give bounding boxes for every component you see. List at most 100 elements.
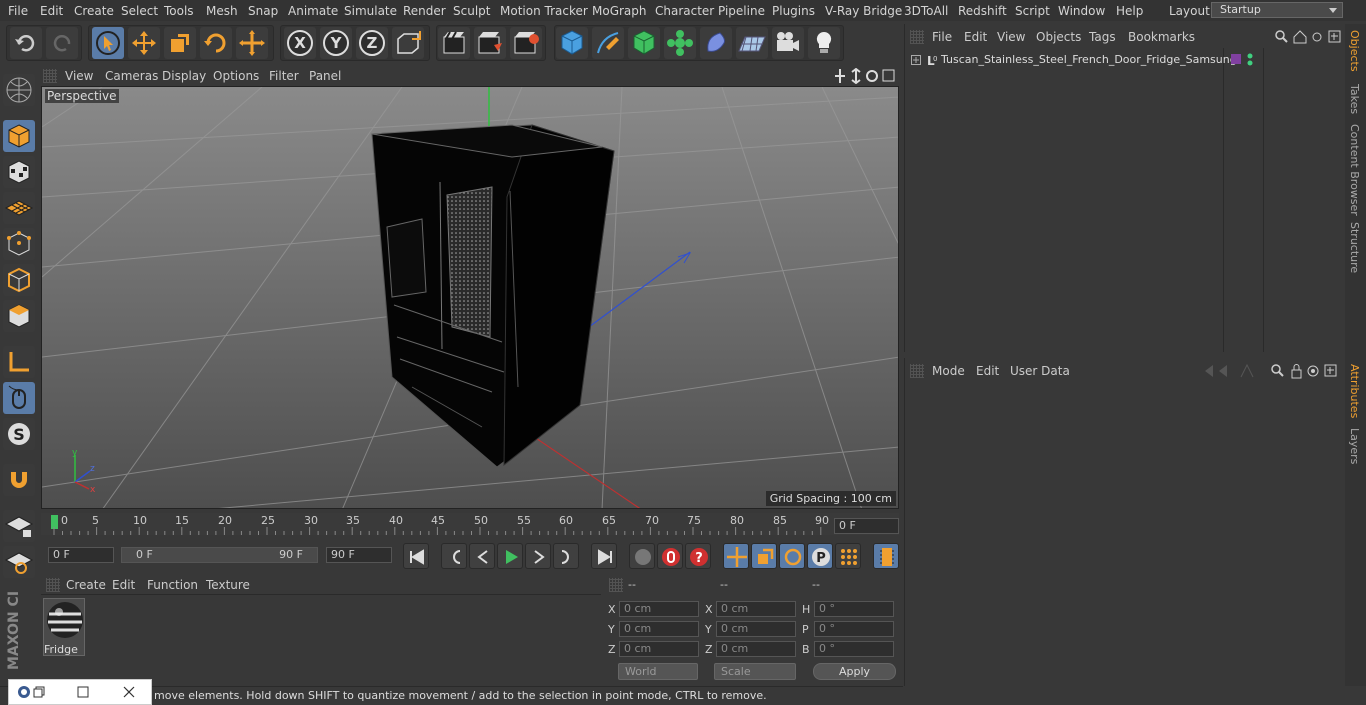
viewport-menu-filter[interactable]: Filter bbox=[269, 69, 299, 83]
material-grip[interactable] bbox=[46, 578, 60, 592]
object-menu-file[interactable]: File bbox=[932, 30, 952, 44]
object-menu-bookmarks[interactable]: Bookmarks bbox=[1128, 30, 1195, 44]
menu-render[interactable]: Render bbox=[403, 4, 446, 18]
attribute-menu-user-data[interactable]: User Data bbox=[1010, 364, 1070, 378]
viewport-scene[interactable]: y z x bbox=[42, 87, 899, 509]
move-icon[interactable] bbox=[128, 27, 160, 59]
material-menu-create[interactable]: Create bbox=[66, 578, 106, 592]
attribute-menu-edit[interactable]: Edit bbox=[976, 364, 999, 378]
menu-redshift[interactable]: Redshift bbox=[958, 4, 1007, 18]
cloner-icon[interactable] bbox=[664, 27, 696, 59]
layout-dropdown[interactable]: Startup bbox=[1211, 2, 1343, 18]
light-icon[interactable] bbox=[808, 27, 840, 59]
material-menu-function[interactable]: Function bbox=[147, 578, 198, 592]
object-menu-tags[interactable]: Tags bbox=[1089, 30, 1116, 44]
floor-icon[interactable] bbox=[736, 27, 768, 59]
menu-edit[interactable]: Edit bbox=[40, 4, 63, 18]
perspective-viewport[interactable]: y z x Perspective Grid Spacing : 100 cm bbox=[41, 86, 899, 509]
viewport-camera-label[interactable]: Perspective bbox=[45, 89, 119, 103]
workplane-mode-icon[interactable] bbox=[3, 192, 35, 224]
object-grip[interactable] bbox=[910, 30, 924, 44]
expand-icon[interactable] bbox=[911, 55, 921, 65]
tab-content-browser[interactable]: Content Browser bbox=[1348, 124, 1361, 216]
x-axis-icon[interactable]: X bbox=[284, 27, 316, 59]
menu-help[interactable]: Help bbox=[1116, 4, 1143, 18]
minimized-window[interactable] bbox=[8, 679, 152, 705]
model-mode-icon[interactable] bbox=[3, 120, 35, 152]
menu-sculpt[interactable]: Sculpt bbox=[453, 4, 490, 18]
menu-motion-tracker[interactable]: Motion Tracker bbox=[500, 4, 588, 18]
viewport-menu-panel[interactable]: Panel bbox=[309, 69, 341, 83]
texture-mode-icon[interactable] bbox=[3, 156, 35, 188]
axis-mode-icon[interactable] bbox=[3, 346, 35, 378]
viewport-menu-options[interactable]: Options bbox=[213, 69, 259, 83]
rot-b-field[interactable]: 0 ° bbox=[814, 641, 894, 657]
timeline-window-icon[interactable] bbox=[873, 543, 899, 569]
deformer-icon[interactable] bbox=[700, 27, 732, 59]
apply-button[interactable]: Apply bbox=[813, 663, 896, 680]
key-pla-icon[interactable] bbox=[835, 543, 861, 569]
key-rotation-icon[interactable] bbox=[779, 543, 805, 569]
menu-snap[interactable]: Snap bbox=[248, 4, 278, 18]
prev-frame-button[interactable] bbox=[469, 543, 495, 569]
maximize-icon[interactable] bbox=[77, 686, 89, 698]
tab-objects[interactable]: Objects bbox=[1348, 30, 1361, 72]
scale-icon[interactable] bbox=[164, 27, 196, 59]
viewport-menu-view[interactable]: View bbox=[65, 69, 93, 83]
workplane-lock-icon[interactable] bbox=[3, 510, 35, 542]
live-select-icon[interactable] bbox=[236, 27, 268, 59]
z-axis-icon[interactable]: Z bbox=[356, 27, 388, 59]
attribute-grip[interactable] bbox=[910, 364, 924, 378]
render-settings-icon[interactable] bbox=[510, 27, 542, 59]
magnet-icon[interactable] bbox=[3, 464, 35, 496]
edges-mode-icon[interactable] bbox=[3, 264, 35, 296]
size-z-field[interactable]: 0 cm bbox=[716, 641, 796, 657]
pos-x-field[interactable]: 0 cm bbox=[619, 601, 699, 617]
points-mode-icon[interactable] bbox=[3, 228, 35, 260]
workplane-rotate-icon[interactable] bbox=[3, 546, 35, 578]
coord-system-icon[interactable] bbox=[392, 27, 424, 59]
menu-plugins[interactable]: Plugins bbox=[772, 4, 815, 18]
menu-file[interactable]: File bbox=[8, 4, 28, 18]
menu-vray-bridge[interactable]: V-Ray Bridge bbox=[825, 4, 902, 18]
object-row[interactable]: L0 Tuscan_Stainless_Steel_French_Door_Fr… bbox=[909, 52, 1339, 68]
key-position-icon[interactable] bbox=[723, 543, 749, 569]
world-dropdown[interactable]: World bbox=[618, 663, 698, 680]
menu-3dtoall[interactable]: 3DToAll bbox=[904, 4, 948, 18]
go-to-end-button[interactable] bbox=[591, 543, 617, 569]
start-frame-field[interactable]: 0 F bbox=[48, 547, 114, 563]
restore-icon[interactable] bbox=[33, 686, 45, 698]
tab-layers[interactable]: Layers bbox=[1348, 428, 1361, 464]
make-editable-icon[interactable] bbox=[3, 74, 35, 106]
menu-mesh[interactable]: Mesh bbox=[206, 4, 238, 18]
pen-icon[interactable] bbox=[592, 27, 624, 59]
menu-mograph[interactable]: MoGraph bbox=[592, 4, 647, 18]
layer-color-swatch[interactable] bbox=[1231, 54, 1241, 64]
frame-range-slider[interactable]: 0 F 90 F bbox=[121, 547, 318, 563]
object-menu-objects[interactable]: Objects bbox=[1036, 30, 1081, 44]
camera-icon[interactable] bbox=[772, 27, 804, 59]
object-name[interactable]: Tuscan_Stainless_Steel_French_Door_Fridg… bbox=[941, 53, 1237, 66]
menu-script[interactable]: Script bbox=[1015, 4, 1050, 18]
material-swatch-fridge[interactable]: Fridge bbox=[43, 598, 85, 656]
redo-icon[interactable] bbox=[46, 27, 78, 59]
tab-structure[interactable]: Structure bbox=[1348, 222, 1361, 273]
current-frame-field[interactable]: 0 F bbox=[834, 518, 899, 534]
menu-create[interactable]: Create bbox=[74, 4, 114, 18]
polygons-mode-icon[interactable] bbox=[3, 300, 35, 332]
key-scale-icon[interactable] bbox=[751, 543, 777, 569]
pos-z-field[interactable]: 0 cm bbox=[619, 641, 699, 657]
visibility-dots-icon[interactable] bbox=[1246, 52, 1254, 68]
menu-select[interactable]: Select bbox=[121, 4, 158, 18]
rotate-icon[interactable] bbox=[200, 27, 232, 59]
coord-grip[interactable] bbox=[609, 578, 623, 592]
timeline-ruler[interactable]: 0 5 10 15 20 25 30 35 40 45 50 55 60 65 … bbox=[41, 513, 899, 535]
rot-h-field[interactable]: 0 ° bbox=[814, 601, 894, 617]
key-parameter-icon[interactable]: P bbox=[807, 543, 833, 569]
viewport-menu-cameras[interactable]: Cameras bbox=[105, 69, 158, 83]
cube-icon[interactable] bbox=[556, 27, 588, 59]
menu-character[interactable]: Character bbox=[655, 4, 714, 18]
rot-p-field[interactable]: 0 ° bbox=[814, 621, 894, 637]
material-menu-edit[interactable]: Edit bbox=[112, 578, 135, 592]
object-header-icons[interactable] bbox=[1273, 29, 1343, 45]
